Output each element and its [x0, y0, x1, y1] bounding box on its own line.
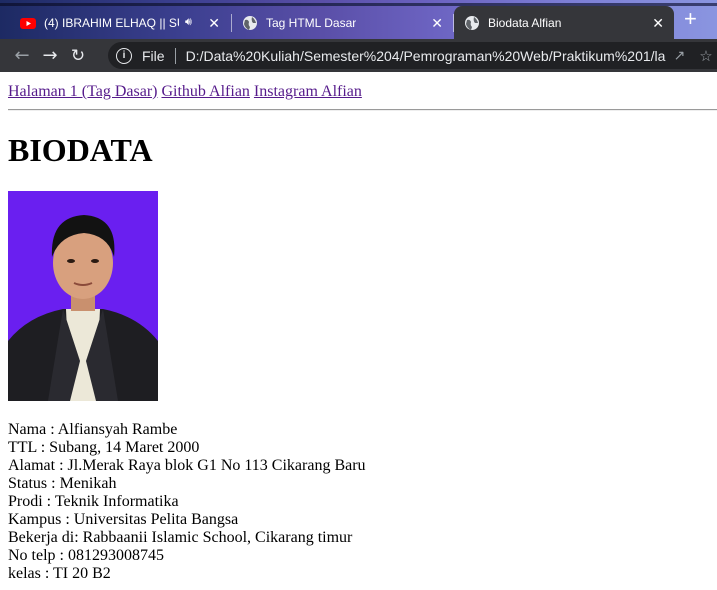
- tab-youtube[interactable]: (4) IBRAHIM ELHAQ || SU 🔊︎ ✕: [10, 6, 232, 39]
- globe-icon: [243, 15, 257, 30]
- address-bar[interactable]: i File D:/Data%20Kuliah/Semester%204/Pem…: [108, 42, 717, 69]
- bio-telp: No telp : 081293008745: [8, 547, 164, 564]
- bio-bekerja: Bekerja di: Rabbaanii Islamic School, Ci…: [8, 529, 353, 546]
- tab-title: Biodata Alfian: [488, 15, 562, 30]
- link-instagram[interactable]: Instagram Alfian: [254, 83, 362, 100]
- browser-toolbar: ← → ↻ i File D:/Data%20Kuliah/Semester%2…: [0, 39, 717, 72]
- globe-icon: [465, 15, 479, 30]
- nav-links: Halaman 1 (Tag Dasar) Github Alfian Inst…: [8, 82, 709, 101]
- close-tab-icon[interactable]: ✕: [208, 16, 220, 30]
- reload-icon[interactable]: ↻: [64, 42, 92, 70]
- page-title: BIODATA: [8, 132, 153, 168]
- bio-kampus: Kampus : Universitas Pelita Bangsa: [8, 511, 239, 528]
- address-scheme: File: [142, 47, 165, 64]
- youtube-icon: [20, 17, 36, 29]
- bio-prodi: Prodi : Teknik Informatika: [8, 493, 179, 510]
- horizontal-rule: [8, 109, 717, 111]
- speaker-icon[interactable]: 🔊︎: [185, 16, 192, 29]
- page-content: Halaman 1 (Tag Dasar) Github Alfian Inst…: [0, 82, 717, 583]
- address-url[interactable]: D:/Data%20Kuliah/Semester%204/Pemrograma…: [186, 48, 666, 64]
- tab-title: Tag HTML Dasar: [266, 15, 357, 30]
- tab-tag-html-dasar[interactable]: Tag HTML Dasar ✕: [232, 6, 453, 39]
- new-tab-button[interactable]: +: [684, 8, 697, 30]
- info-icon[interactable]: i: [116, 47, 132, 64]
- link-halaman-1[interactable]: Halaman 1 (Tag Dasar): [8, 83, 157, 100]
- bio-nama: Nama : Alfiansyah Rambe: [8, 421, 178, 438]
- address-divider: [174, 47, 176, 64]
- bio-kelas: kelas : TI 20 B2: [8, 565, 111, 582]
- close-tab-icon[interactable]: ✕: [652, 16, 664, 30]
- bookmark-star-icon[interactable]: ☆: [699, 47, 712, 65]
- tab-biodata-alfian[interactable]: Biodata Alfian ✕: [454, 6, 674, 39]
- back-arrow-icon[interactable]: ←: [8, 42, 36, 70]
- share-icon[interactable]: ↗︎: [674, 47, 686, 64]
- forward-arrow-icon[interactable]: →: [36, 42, 64, 70]
- bio-alamat: Alamat : Jl.Merak Raya blok G1 No 113 Ci…: [8, 457, 366, 474]
- biodata-list: Nama : Alfiansyah Rambe TTL : Subang, 14…: [8, 421, 709, 583]
- link-github[interactable]: Github Alfian: [161, 83, 249, 100]
- profile-photo: [8, 191, 158, 401]
- bio-ttl: TTL : Subang, 14 Maret 2000: [8, 439, 200, 456]
- tab-title: (4) IBRAHIM ELHAQ || SU: [44, 15, 179, 30]
- tab-strip: (4) IBRAHIM ELHAQ || SU 🔊︎ ✕ Tag HTML Da…: [0, 0, 717, 39]
- bio-status: Status : Menikah: [8, 475, 117, 492]
- close-tab-icon[interactable]: ✕: [431, 16, 443, 30]
